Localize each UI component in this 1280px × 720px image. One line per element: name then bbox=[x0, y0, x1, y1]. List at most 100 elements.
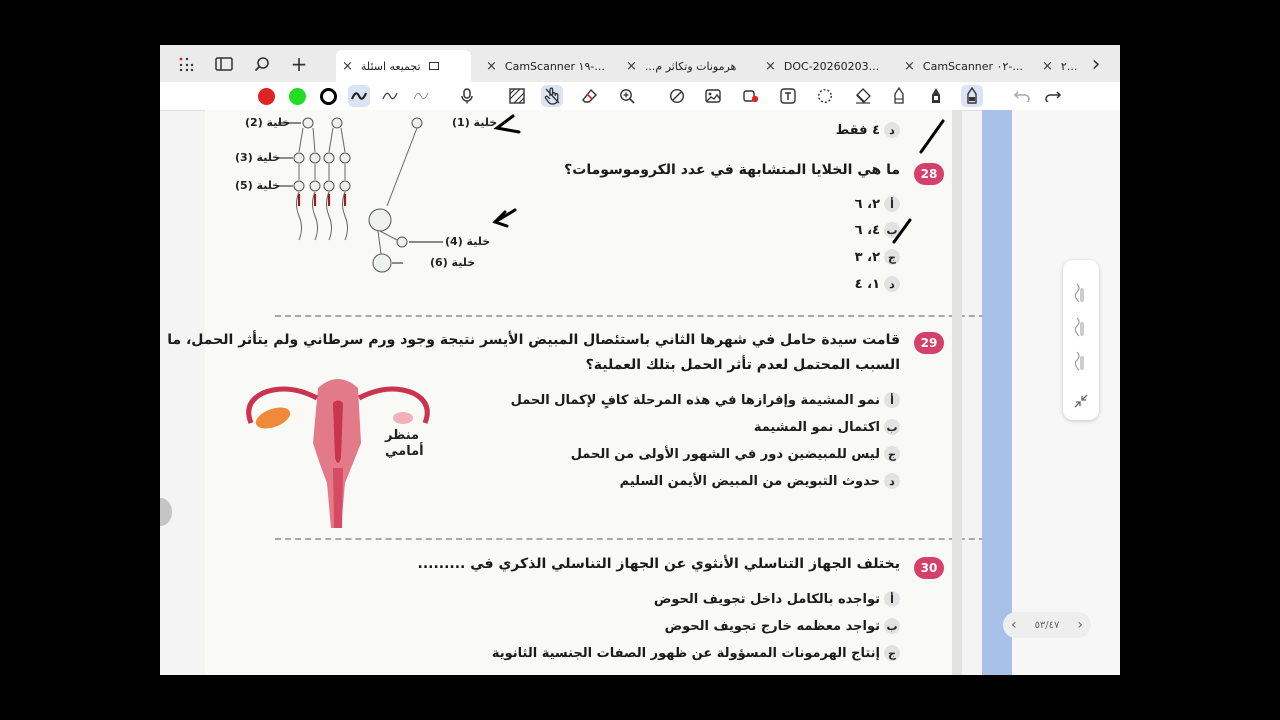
close-icon[interactable]: × bbox=[1042, 59, 1053, 74]
section-divider bbox=[275, 538, 1005, 540]
q29-option-d[interactable]: د حدوث التبويض من المبيض الأيمن السليم bbox=[620, 473, 900, 489]
figure-label-front: أمامي bbox=[385, 444, 424, 459]
option-letter: ج bbox=[884, 446, 900, 462]
zoom-in-icon[interactable] bbox=[616, 85, 638, 107]
close-icon[interactable]: × bbox=[342, 59, 353, 74]
cell-label-3: خلية (3) bbox=[235, 151, 281, 164]
thin-stroke-button[interactable] bbox=[410, 85, 432, 107]
thin-stroke-icon bbox=[413, 92, 429, 100]
close-icon[interactable]: × bbox=[904, 59, 915, 74]
black-color-swatch bbox=[319, 87, 337, 105]
option-text: ٢، ٦ bbox=[854, 196, 880, 212]
green-color-button[interactable] bbox=[286, 85, 308, 107]
shapes-icon[interactable] bbox=[740, 85, 762, 107]
question-30-number: 30 bbox=[914, 557, 944, 579]
option-text: تواجده بالكامل داخل تجويف الحوض bbox=[653, 591, 880, 607]
medium-stroke-button[interactable] bbox=[379, 85, 401, 107]
image-icon[interactable] bbox=[702, 85, 724, 107]
next-page-button[interactable]: › bbox=[1077, 617, 1083, 633]
pen-size-options-icon[interactable] bbox=[1074, 282, 1088, 382]
side-drawer-handle[interactable] bbox=[160, 498, 172, 526]
q28-option-a[interactable]: أ ٢، ٦ bbox=[855, 196, 900, 212]
close-icon[interactable]: × bbox=[626, 59, 637, 74]
option-letter: أ bbox=[884, 196, 900, 212]
chevron-right-icon[interactable]: › bbox=[1084, 52, 1108, 77]
section-divider bbox=[275, 315, 1005, 317]
q28-option-d[interactable]: د ١، ٤ bbox=[855, 276, 900, 292]
question-30-text: يختلف الجهاز التناسلي الأنثوي عن الجهاز … bbox=[417, 556, 901, 572]
hand-pointer-icon[interactable] bbox=[541, 85, 563, 107]
tab-title: CamScanner ١٩-... bbox=[504, 59, 605, 73]
thick-stroke-button[interactable] bbox=[348, 85, 370, 107]
q29-option-b[interactable]: ب اكتمال نمو المشيمة bbox=[754, 419, 900, 435]
highlighter-eraser-icon[interactable] bbox=[852, 85, 874, 107]
text-box-icon[interactable] bbox=[777, 85, 799, 107]
tab-title: ٢... bbox=[1060, 59, 1078, 73]
option-letter: د bbox=[884, 276, 900, 292]
option-letter: ب bbox=[884, 618, 900, 634]
q30-option-a[interactable]: أ تواجده بالكامل داخل تجويف الحوض bbox=[654, 591, 900, 607]
selection-icon[interactable] bbox=[814, 85, 836, 107]
red-color-button[interactable] bbox=[255, 85, 277, 107]
red-color-swatch bbox=[257, 87, 275, 105]
tab-title: CamScanner ٠٢-... bbox=[922, 59, 1023, 73]
option-letter: د bbox=[884, 122, 900, 138]
cell-division-diagram bbox=[277, 114, 521, 273]
option-text: ليس للمبيضين دور في الشهور الأولى من الح… bbox=[570, 446, 880, 462]
close-icon[interactable]: × bbox=[486, 59, 497, 74]
prev-page-button[interactable]: ‹ bbox=[1011, 617, 1017, 633]
cell-label-6: خلية (6) bbox=[430, 256, 476, 269]
lasso-icon[interactable] bbox=[666, 85, 688, 107]
apps-grid-icon[interactable] bbox=[174, 52, 198, 76]
new-tab-icon[interactable]: + bbox=[287, 52, 311, 76]
page-edge bbox=[952, 110, 962, 675]
option-letter: أ bbox=[884, 392, 900, 408]
pencil-icon[interactable] bbox=[888, 85, 910, 107]
tab-5[interactable]: × ٢... bbox=[1036, 50, 1084, 82]
tab-window-icon bbox=[428, 62, 439, 70]
pen-icon[interactable] bbox=[925, 85, 947, 107]
app-window: + × تجميعه اسئلة × CamScanner ١٩-... × ه… bbox=[160, 45, 1120, 675]
question-29-line-2: السبب المحتمل لعدم تأثر الحمل بتلك العمل… bbox=[585, 357, 900, 373]
search-icon[interactable] bbox=[250, 52, 274, 76]
option-letter: أ bbox=[884, 591, 900, 607]
tab-3[interactable]: × DOC-20260203... bbox=[759, 50, 894, 82]
q29-option-a[interactable]: أ نمو المشيمة وإفرازها في هذه المرحلة كا… bbox=[511, 392, 900, 408]
hatch-pattern-icon[interactable] bbox=[506, 85, 528, 107]
q29-option-c[interactable]: ج ليس للمبيضين دور في الشهور الأولى من ا… bbox=[571, 446, 900, 462]
option-text: نمو المشيمة وإفرازها في هذه المرحلة كافٍ… bbox=[510, 392, 880, 408]
cell-label-1: خلية (1) bbox=[452, 116, 498, 129]
document-viewer[interactable]: خلية (2) خلية (1) خلية (3) خلية (5) خلية… bbox=[160, 110, 1120, 675]
question-29-number: 29 bbox=[914, 332, 944, 354]
option-text: ٢، ٣ bbox=[854, 249, 880, 265]
tab-2[interactable]: × هرمونات وتكاثر م... bbox=[620, 50, 755, 82]
handwritten-answer-mark bbox=[892, 218, 912, 244]
microphone-icon[interactable] bbox=[456, 85, 478, 107]
tab-0[interactable]: × تجميعه اسئلة bbox=[336, 50, 471, 82]
option-text: تواجد معظمه خارج تجويف الحوض bbox=[664, 618, 880, 634]
q30-option-b[interactable]: ب تواجد معظمه خارج تجويف الحوض bbox=[665, 618, 900, 634]
cell-label-5: خلية (5) bbox=[235, 179, 281, 192]
marker-icon[interactable] bbox=[961, 85, 983, 107]
q30-option-c[interactable]: ج إنتاج الهرمونات المسؤولة عن ظهور الصفا… bbox=[492, 645, 900, 661]
redo-icon[interactable] bbox=[1042, 85, 1064, 107]
question-29-line-1: قامت سيدة حامل في شهرها الثاني باستئصال … bbox=[167, 332, 900, 348]
undo-icon[interactable] bbox=[1011, 85, 1033, 107]
medium-stroke-icon bbox=[382, 92, 398, 100]
q28-option-c[interactable]: ج ٢، ٣ bbox=[855, 249, 900, 265]
tab-bar: + × تجميعه اسئلة × CamScanner ١٩-... × ه… bbox=[160, 45, 1120, 82]
collapse-icon[interactable] bbox=[1074, 394, 1088, 408]
black-color-button[interactable] bbox=[317, 85, 339, 107]
tab-1[interactable]: × CamScanner ١٩-... bbox=[480, 50, 615, 82]
option-text: ٤ فقط bbox=[835, 122, 880, 138]
thick-stroke-icon bbox=[351, 92, 367, 100]
tab-4[interactable]: × CamScanner ٠٢-... bbox=[898, 50, 1033, 82]
close-icon[interactable]: × bbox=[765, 59, 776, 74]
eraser-icon[interactable] bbox=[579, 85, 601, 107]
sidebar-toggle-icon[interactable] bbox=[212, 52, 236, 76]
tab-title: هرمونات وتكاثر م... bbox=[644, 59, 737, 73]
option-text: ٤، ٦ bbox=[854, 222, 880, 238]
page-navigator: ‹ ٥٣/٤٧ › bbox=[1003, 612, 1091, 638]
cell-label-2: خلية (2) bbox=[245, 116, 291, 129]
q27-option-last[interactable]: د ٤ فقط bbox=[836, 122, 900, 138]
